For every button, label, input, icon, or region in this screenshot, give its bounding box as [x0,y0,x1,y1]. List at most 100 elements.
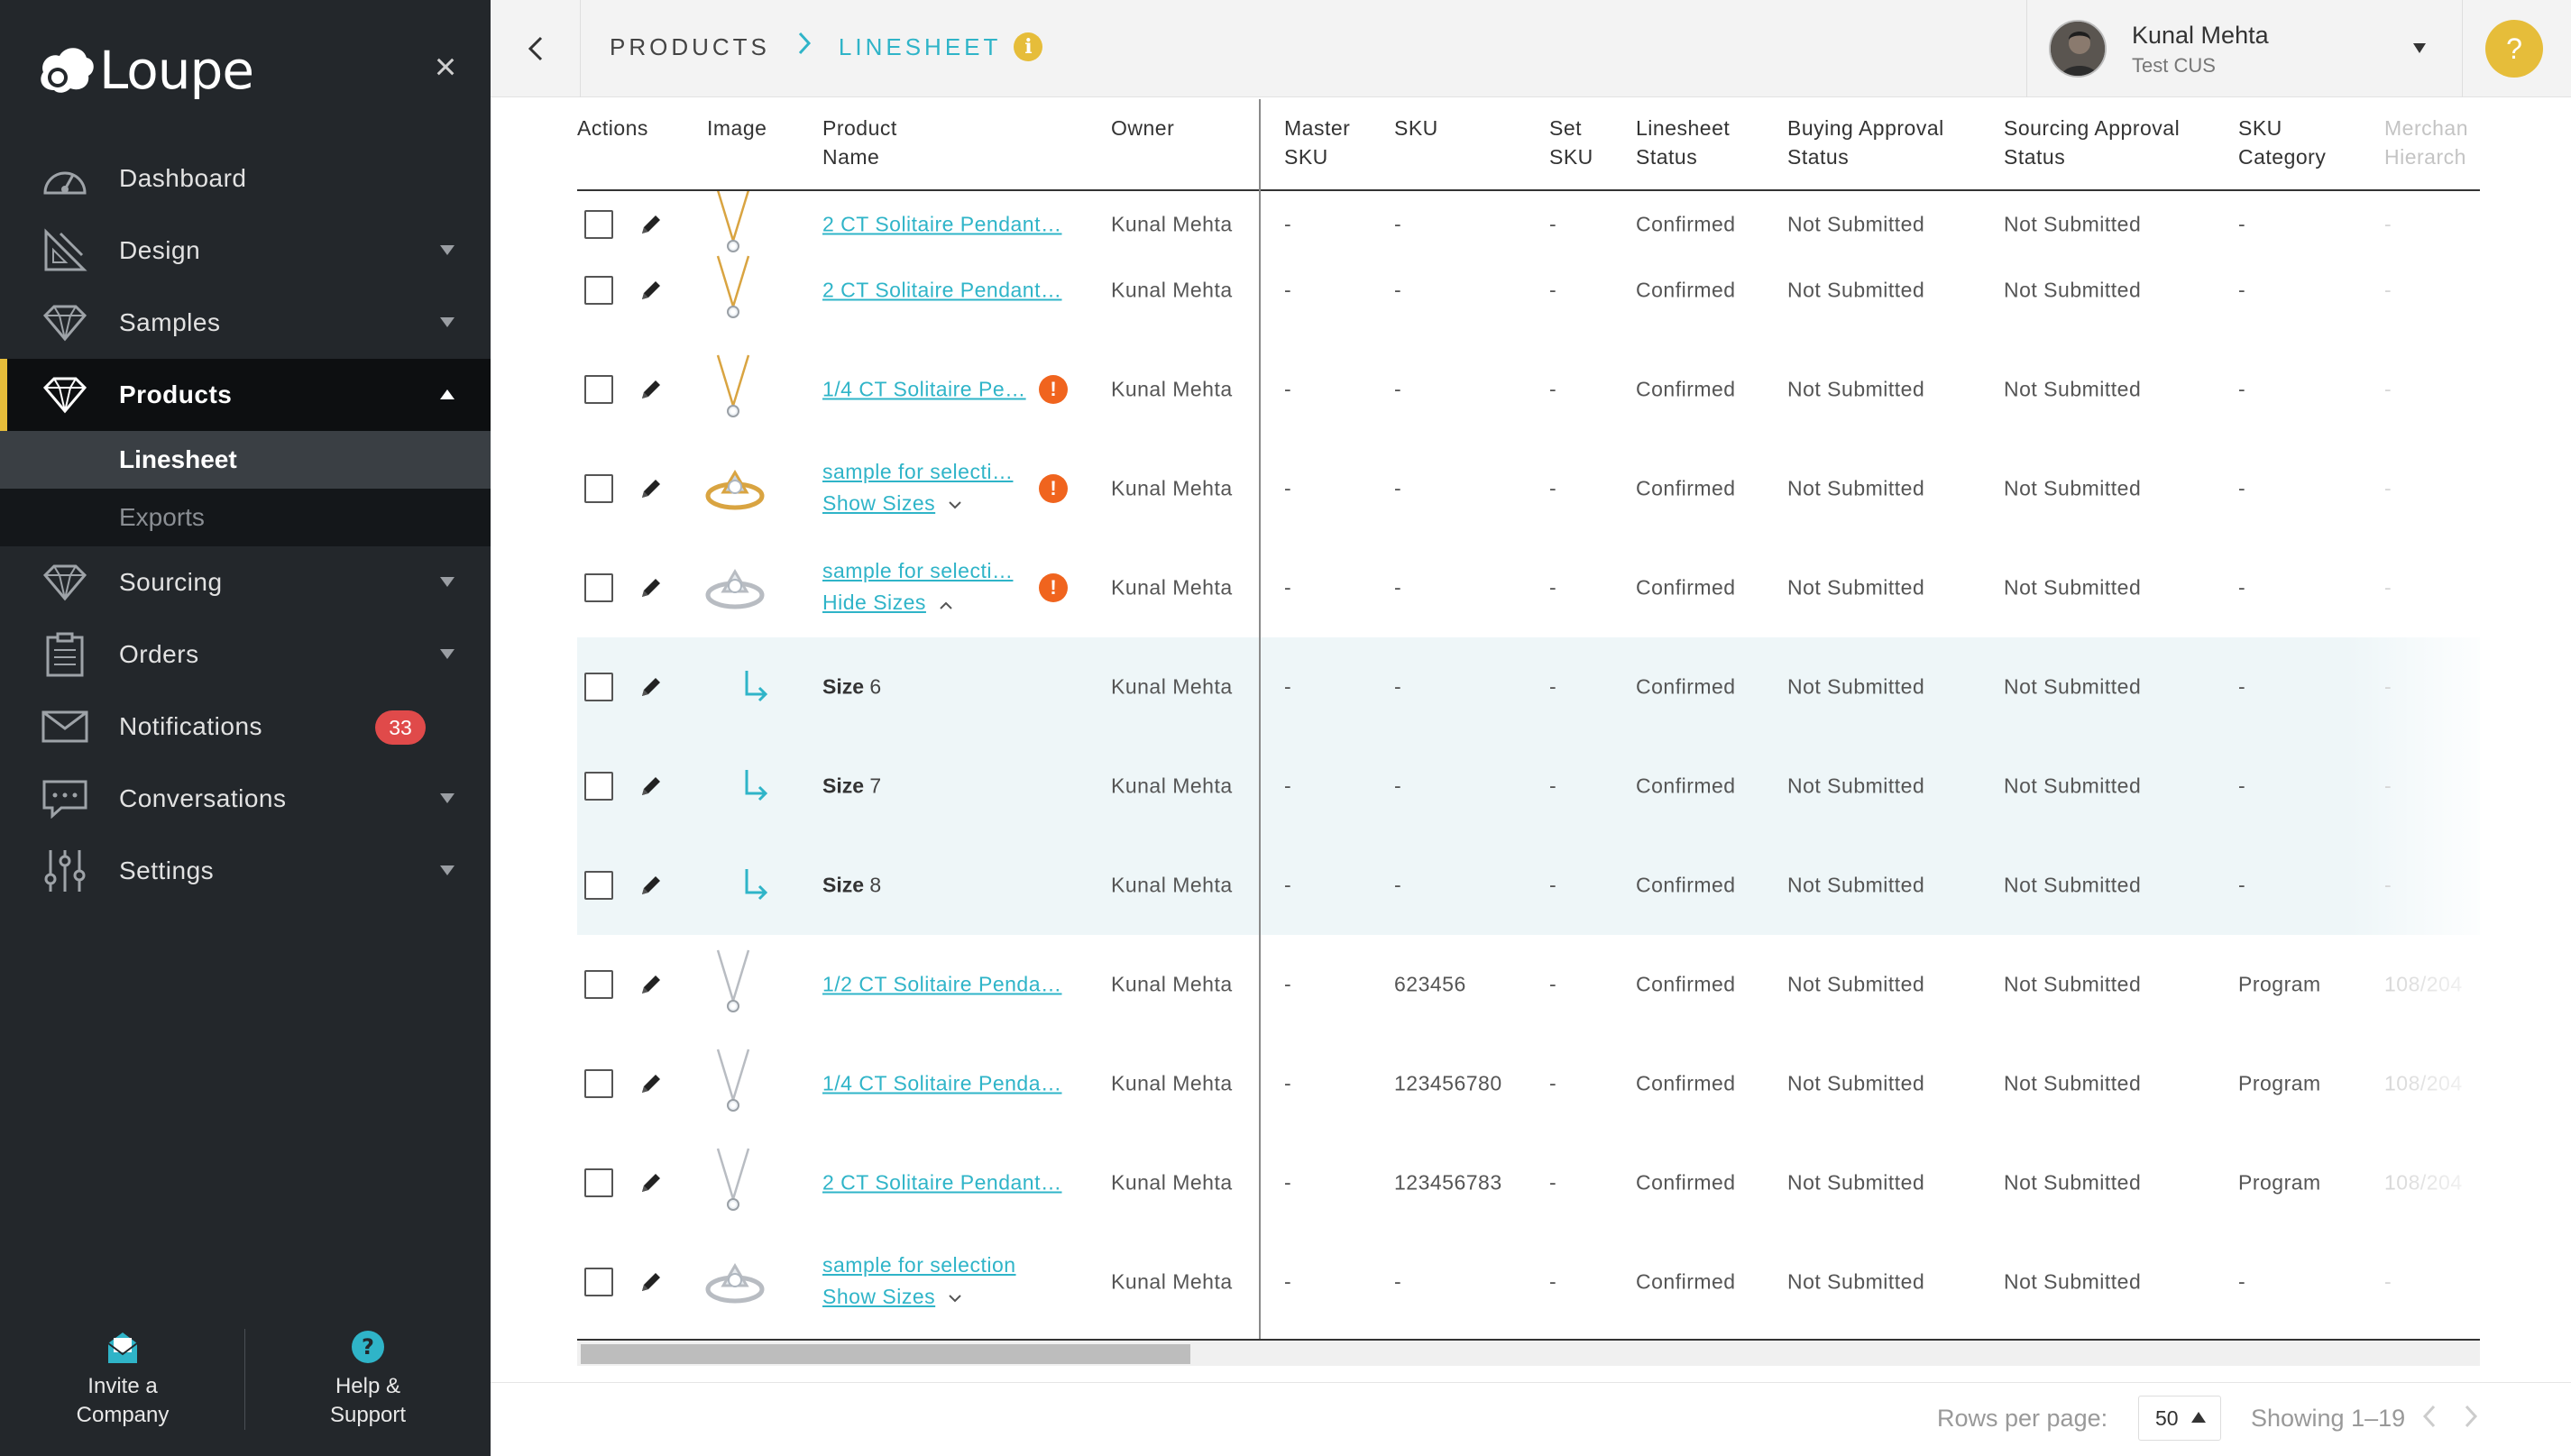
edit-pencil-icon[interactable] [638,674,664,700]
pendant-thumbnail-image[interactable] [711,948,756,1021]
product-name-link[interactable]: sample for selection [822,1253,1016,1277]
nav-item-dashboard[interactable]: Dashboard [0,142,491,215]
hide-sizes-toggle[interactable]: Hide Sizes [822,591,953,615]
column-header-line: Product [822,116,897,140]
loupe-logo[interactable]: Loupe [36,34,254,106]
cell-category: Program [2238,1170,2321,1195]
row-checkbox[interactable] [584,375,613,404]
prev-page-button[interactable] [2420,1403,2444,1435]
invite-company-button[interactable]: Invite a Company [0,1327,245,1444]
row-checkbox[interactable] [584,673,613,701]
nav-item-sourcing[interactable]: Sourcing [0,546,491,618]
row-checkbox[interactable] [584,970,613,999]
row-checkbox[interactable] [584,1168,613,1197]
column-header[interactable]: Owner [1111,114,1174,142]
warning-alert-icon[interactable]: ! [1039,375,1068,404]
cell-owner: Kunal Mehta [1111,972,1233,996]
column-header[interactable]: Buying Approval Status [1787,114,1944,171]
edit-pencil-icon[interactable] [638,873,664,898]
cell-merch: - [2384,212,2392,236]
ring-thumbnail-image[interactable] [703,465,767,512]
pendant-thumbnail-image[interactable] [711,1147,756,1219]
edit-pencil-icon[interactable] [638,1170,664,1195]
row-checkbox[interactable] [584,573,613,602]
help-support-button[interactable]: ? Help & Support [245,1327,491,1444]
row-checkbox[interactable] [584,474,613,503]
nav-item-settings[interactable]: Settings [0,835,491,907]
warning-alert-icon[interactable]: ! [1039,573,1068,602]
edit-pencil-icon[interactable] [638,1269,664,1295]
column-header[interactable]: Master SKU [1284,114,1350,171]
cell-set-sku: - [1549,377,1557,401]
product-name-link[interactable]: 2 CT Solitaire Pendant… [822,279,1062,303]
column-header[interactable]: Set SKU [1549,114,1593,171]
product-name-link[interactable]: sample for selecti… [822,559,1013,583]
product-name-link[interactable]: 2 CT Solitaire Pendant… [822,213,1062,237]
edit-pencil-icon[interactable] [638,575,664,600]
product-name-link[interactable]: 2 CT Solitaire Pendant… [822,1171,1062,1195]
edit-pencil-icon[interactable] [638,278,664,303]
row-checkbox[interactable] [584,276,613,305]
edit-pencil-icon[interactable] [638,476,664,501]
column-header[interactable]: Actions [577,114,648,142]
column-header[interactable]: Merchan Hierarch [2384,114,2468,171]
show-sizes-toggle[interactable]: Show Sizes [822,491,962,516]
rows-per-page-select[interactable]: 50 [2138,1396,2221,1441]
pendant-thumbnail-image[interactable] [711,1048,756,1120]
next-page-button[interactable] [2462,1403,2485,1435]
column-header-line: SKU [2238,116,2282,140]
loupe-logo-icon [36,43,96,97]
row-checkbox[interactable] [584,871,613,900]
scrollbar-thumb[interactable] [581,1344,1190,1364]
row-checkbox[interactable] [584,210,613,239]
product-name-link[interactable]: 1/2 CT Solitaire Penda… [822,973,1062,997]
column-header[interactable]: Image [707,114,767,142]
row-checkbox[interactable] [584,1268,613,1296]
nav-item-conversations[interactable]: Conversations [0,763,491,835]
sub-item-exports[interactable]: Exports [0,489,491,546]
cell-merch: 108/204 [2384,1071,2463,1095]
edit-pencil-icon[interactable] [638,774,664,799]
cell-linesheet: Confirmed [1636,1071,1736,1095]
product-name-link[interactable]: sample for selecti… [822,460,1013,484]
pendant-thumbnail-image[interactable] [711,254,756,326]
column-header[interactable]: SKU [1394,114,1438,142]
column-header[interactable]: SKU Category [2238,114,2326,171]
warning-alert-icon[interactable]: ! [1039,474,1068,503]
row-checkbox[interactable] [584,1069,613,1098]
info-icon[interactable]: i [1014,32,1043,61]
show-sizes-toggle[interactable]: Show Sizes [822,1285,962,1309]
ring-thumbnail-image[interactable] [703,564,767,611]
nav-item-products[interactable]: Products [0,359,491,431]
product-name-link[interactable]: 1/4 CT Solitaire Pe… [822,378,1026,402]
column-header[interactable]: Linesheet Status [1636,114,1730,171]
user-menu[interactable]: Kunal Mehta Test CUS [2026,0,2463,97]
cell-sourcing: Not Submitted [2004,1170,2142,1195]
back-button[interactable] [491,0,581,97]
nav-item-design[interactable]: Design [0,215,491,287]
row-checkbox[interactable] [584,772,613,801]
sub-item-label: Exports [119,503,205,531]
nav-item-notifications[interactable]: Notifications 33 [0,691,491,763]
cell-set-sku: - [1549,1269,1557,1294]
edit-pencil-icon[interactable] [638,377,664,402]
edit-pencil-icon[interactable] [638,972,664,997]
column-header[interactable]: Sourcing Approval Status [2004,114,2180,171]
nav-label: Conversations [119,784,287,812]
close-sidebar-icon[interactable]: × [431,48,460,86]
breadcrumb-products[interactable]: PRODUCTS [610,33,770,61]
column-header[interactable]: Product Name [822,114,897,171]
nav-item-samples[interactable]: Samples [0,287,491,359]
ring-thumbnail-image[interactable] [703,1259,767,1305]
edit-pencil-icon[interactable] [638,212,664,237]
nav-item-orders[interactable]: Orders [0,618,491,691]
help-button[interactable]: ? [2485,20,2543,78]
edit-pencil-icon[interactable] [638,1071,664,1096]
breadcrumb-linesheet: LINESHEET [838,32,1002,60]
product-name-link[interactable]: 1/4 CT Solitaire Penda… [822,1072,1062,1096]
horizontal-scrollbar[interactable] [577,1339,2480,1366]
nav-label: Dashboard [119,164,247,192]
nav-label: Sourcing [119,568,223,596]
pendant-thumbnail-image[interactable] [711,353,756,426]
sub-item-linesheet[interactable]: Linesheet [0,431,491,489]
